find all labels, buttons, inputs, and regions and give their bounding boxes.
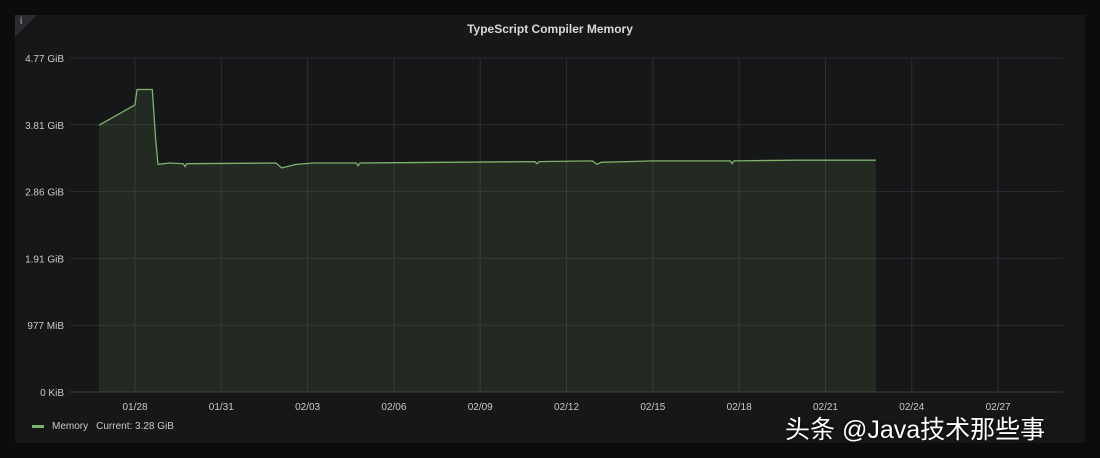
y-tick-label: 4.77 GiB [25, 54, 64, 65]
x-tick-label: 02/03 [295, 402, 320, 413]
legend-current-value: Current: 3.28 GiB [96, 421, 174, 432]
y-tick-label: 1.91 GiB [25, 254, 64, 265]
legend-swatch [32, 425, 44, 428]
x-tick-label: 02/06 [381, 402, 406, 413]
y-tick-label: 2.86 GiB [25, 188, 64, 199]
x-tick-label: 02/18 [727, 402, 752, 413]
series-line [98, 88, 876, 169]
y-tick-label: 977 MiB [27, 321, 64, 332]
y-tick-label: 3.81 GiB [25, 121, 64, 132]
x-tick-label: 02/15 [640, 402, 665, 413]
watermark: 头条 @Java技术那些事 [785, 416, 1046, 444]
y-tick-label: 0 KiB [40, 388, 64, 399]
x-tick-label: 02/09 [468, 402, 493, 413]
x-tick-label: 02/12 [554, 402, 579, 413]
x-tick-label: 01/28 [122, 402, 147, 413]
chart-svg: 0 KiB 977 MiB 1.91 GiB 2.86 GiB 3.81 GiB 4.77… [25, 54, 1063, 413]
legend[interactable]: Memory Current: 3.28 GiB [32, 421, 174, 432]
legend-series-name: Memory [52, 421, 89, 432]
x-tick-label: 01/31 [209, 402, 234, 413]
series-area [99, 89, 876, 392]
